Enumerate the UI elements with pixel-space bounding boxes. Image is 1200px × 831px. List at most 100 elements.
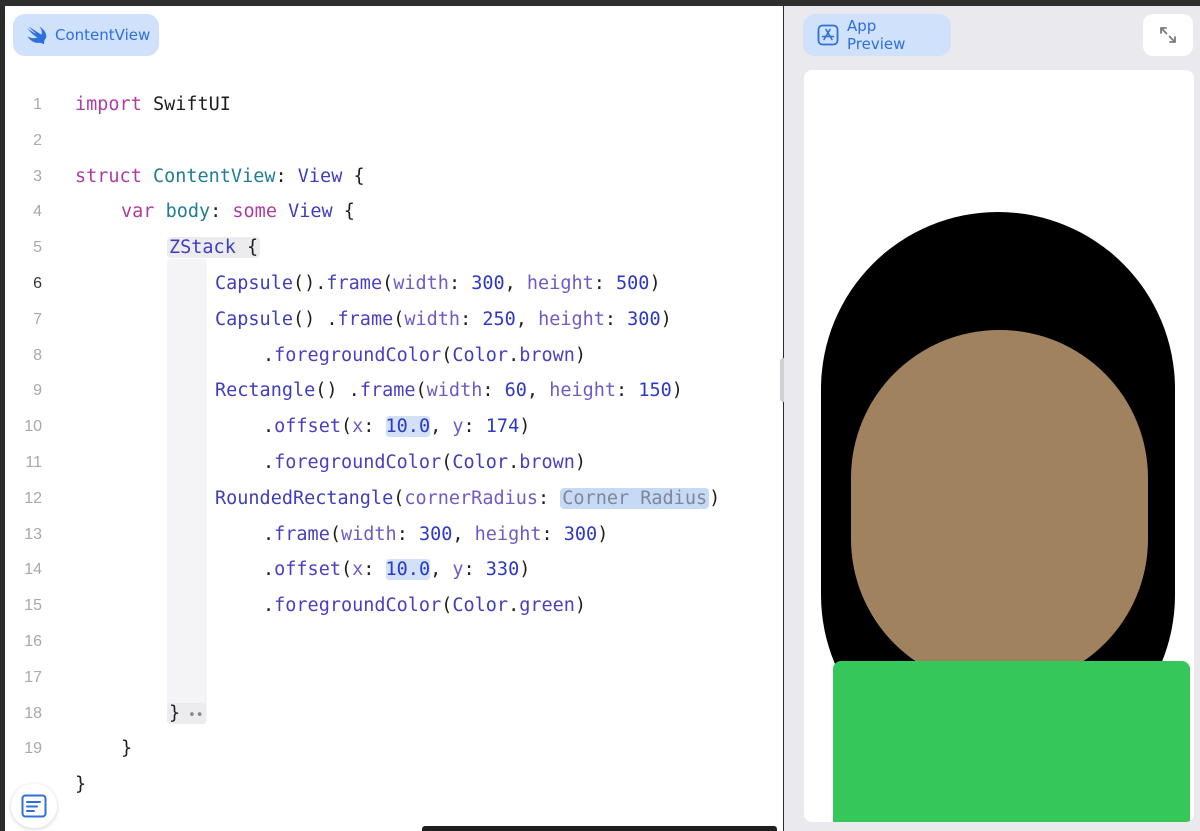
code-line[interactable]: 20 }: [5, 767, 783, 803]
selected-token[interactable]: 10.0: [385, 416, 431, 438]
expand-button[interactable]: [1143, 14, 1193, 56]
brown-capsule: [851, 330, 1148, 687]
keyword: import: [75, 94, 142, 115]
number-literal: 300: [627, 308, 661, 330]
code-line[interactable]: 12 RoundedRectangle(cornerRadius: Corner…: [5, 481, 783, 517]
line-number: 8: [33, 346, 42, 364]
argument-label: x: [352, 559, 364, 581]
number-literal: 174: [485, 416, 520, 438]
swift-icon: [27, 26, 47, 44]
line-number: 19: [24, 740, 42, 758]
code-line[interactable]: 9 Rectangle() .frame(width: 60, height: …: [5, 373, 783, 409]
type-name: Rectangle: [215, 380, 316, 402]
argument-label: x: [352, 416, 364, 438]
code-editor[interactable]: ContentView 1 import SwiftUI 2 3 struct …: [5, 6, 783, 831]
code-line[interactable]: 11 .foregroundColor(Color.brown): [5, 445, 783, 481]
line-number: 4: [33, 203, 42, 221]
type-name: Color: [452, 595, 509, 617]
identifier: body: [165, 201, 211, 223]
method-name: foregroundColor: [274, 344, 442, 366]
type-name: ZStack: [169, 237, 236, 259]
selected-token[interactable]: 10.0: [385, 559, 431, 581]
placeholder-token[interactable]: Corner Radius: [560, 487, 710, 509]
line-number: 12: [24, 489, 42, 507]
app-store-icon: [817, 24, 839, 46]
method-name: frame: [359, 380, 416, 402]
line-number: 1: [33, 96, 42, 113]
method-name: foregroundColor: [274, 451, 442, 473]
type-name: Color: [452, 344, 509, 366]
method-name: offset: [274, 559, 341, 581]
type-name: Capsule: [215, 308, 293, 330]
tab-content-view[interactable]: ContentView: [13, 14, 159, 56]
line-number: 18: [24, 704, 42, 722]
code-line[interactable]: 10 .offset(x: 10.0, y: 174): [5, 409, 783, 445]
code-area[interactable]: 1 import SwiftUI 2 3 struct ContentView:…: [5, 87, 783, 803]
number-literal: 60: [504, 380, 527, 402]
method-name: frame: [326, 272, 383, 294]
code-line[interactable]: 2: [5, 123, 783, 159]
identifier: SwiftUI: [152, 94, 231, 115]
code-line[interactable]: 17: [5, 660, 783, 696]
number-literal: 250: [482, 308, 516, 330]
argument-label: height: [549, 380, 617, 402]
line-number: 15: [24, 597, 42, 615]
number-literal: 150: [638, 380, 672, 402]
code-line[interactable]: 3 struct ContentView: View {: [5, 159, 783, 195]
type-name: ContentView: [152, 165, 276, 187]
member-name: green: [519, 595, 575, 617]
tab-app-preview[interactable]: App Preview: [803, 14, 951, 56]
outline-icon: [21, 794, 47, 818]
expand-arrows-icon: [1160, 27, 1176, 43]
argument-label: y: [452, 559, 464, 581]
tab-app-preview-label: App Preview: [847, 17, 906, 53]
code-line[interactable]: 18 } ••: [5, 696, 783, 732]
method-name: frame: [274, 523, 330, 545]
code-line[interactable]: 7 Capsule() .frame(width: 250, height: 3…: [5, 302, 783, 338]
code-line[interactable]: 16: [5, 624, 783, 660]
code-line[interactable]: 4 var body: some View {: [5, 194, 783, 230]
argument-label: y: [452, 416, 464, 438]
argument-label: width: [340, 523, 397, 545]
argument-label: width: [404, 308, 461, 330]
code-line[interactable]: 8 .foregroundColor(Color.brown): [5, 338, 783, 374]
code-line[interactable]: 19 }: [5, 731, 783, 767]
line-number: 7: [33, 310, 42, 328]
code-line[interactable]: 1 import SwiftUI: [5, 87, 783, 123]
type-name: RoundedRectangle: [215, 487, 394, 509]
number-literal: 330: [485, 559, 520, 581]
line-number: 17: [24, 668, 42, 686]
code-line[interactable]: 14 .offset(x: 10.0, y: 330): [5, 552, 783, 588]
outline-button[interactable]: [11, 784, 57, 828]
tab-content-view-label: ContentView: [55, 26, 151, 44]
member-name: brown: [519, 451, 575, 473]
line-number: 3: [33, 167, 42, 185]
method-name: frame: [337, 308, 394, 330]
app-preview-pane: App Preview: [784, 6, 1200, 831]
number-literal: 300: [418, 523, 453, 545]
preview-canvas: [804, 70, 1194, 822]
code-line[interactable]: 15 .foregroundColor(Color.green): [5, 588, 783, 624]
method-name: foregroundColor: [274, 595, 442, 617]
code-line[interactable]: 13 .frame(width: 300, height: 300): [5, 517, 783, 553]
code-line-active[interactable]: 6 Capsule().frame(width: 300, height: 50…: [5, 266, 783, 302]
line-number: 13: [24, 525, 42, 543]
number-literal: 500: [616, 272, 650, 294]
home-indicator: [422, 826, 777, 831]
method-name: offset: [274, 416, 341, 438]
type-name: Capsule: [215, 272, 293, 294]
zstack-closing-brace[interactable]: } ••: [167, 702, 206, 724]
type-name: View: [297, 165, 343, 187]
line-number: 5: [33, 239, 42, 257]
line-number: 2: [33, 131, 42, 149]
type-name: View: [288, 201, 333, 223]
line-number: 10: [24, 418, 42, 436]
line-number: 9: [33, 382, 42, 400]
argument-label: height: [474, 523, 542, 545]
code-line[interactable]: 5 ZStack {: [5, 230, 783, 266]
number-literal: 300: [471, 272, 505, 294]
argument-label: height: [526, 272, 594, 294]
type-name: Color: [452, 451, 509, 473]
argument-label: width: [393, 272, 449, 294]
argument-label: cornerRadius: [404, 487, 539, 509]
